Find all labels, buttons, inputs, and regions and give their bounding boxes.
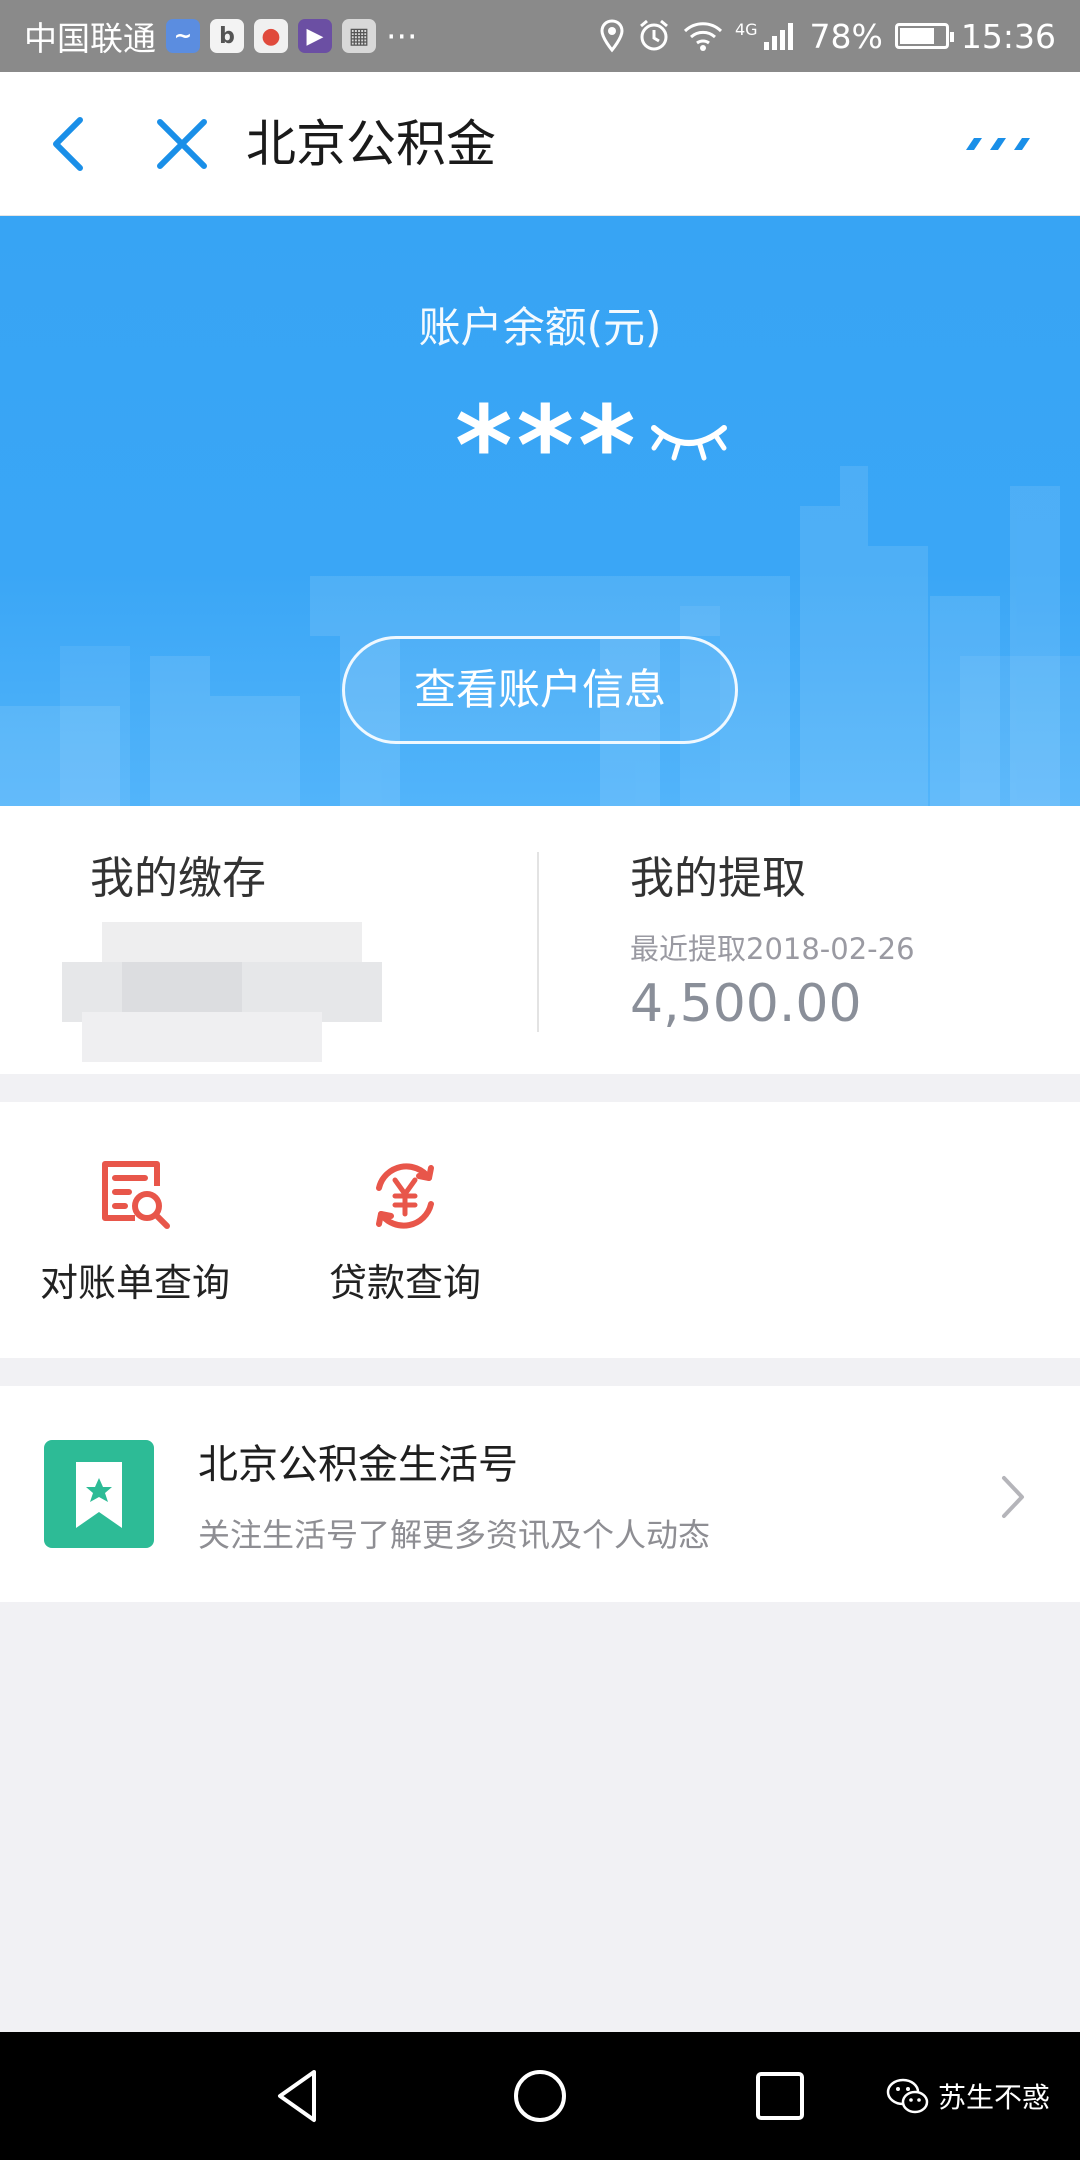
alipay-icon: ~ (166, 19, 200, 53)
balance-label: 账户余额(元) (418, 303, 662, 352)
nav-home-icon[interactable] (510, 2066, 570, 2126)
baidu-icon: b (210, 19, 244, 53)
map-icon: ● (254, 19, 288, 53)
bookmark-star-icon (76, 1462, 122, 1528)
back-arrow-icon[interactable] (40, 108, 100, 180)
withdraw-amount: 4,500.00 (630, 974, 862, 1034)
nav-back-icon[interactable] (270, 2066, 330, 2126)
life-account-subtitle: 关注生活号了解更多资讯及个人动态 (198, 1516, 711, 1554)
service-label: 对账单查询 (39, 1261, 230, 1305)
view-account-info-button[interactable]: 查看账户信息 (342, 636, 738, 744)
network-type: 4G (734, 19, 758, 39)
loan-yuan-icon (376, 1163, 434, 1229)
status-left: 中国联通 ~ b ● ▶ ▦ ··· (24, 12, 417, 60)
battery-level (899, 28, 935, 44)
deposit-heading: 我的缴存 (90, 853, 266, 904)
battery-icon (894, 23, 954, 49)
recent-withdraw-date: 最近提取2018-02-26 (630, 932, 915, 966)
service-statement-query[interactable]: 对账单查询 (30, 1102, 240, 1358)
balance-masked-value: *** (455, 382, 640, 510)
withdraw-heading: 我的提取 (630, 853, 806, 904)
chevron-right-icon (1002, 1476, 1024, 1518)
more-notifications: ··· (386, 16, 418, 56)
status-right: 4G 78% 15:36 (599, 17, 1056, 56)
title-bar: 北京公积金 (0, 72, 1080, 216)
video-icon: ▶ (298, 19, 332, 53)
clock: 15:36 (960, 16, 1056, 56)
signal-icon (763, 23, 793, 50)
service-loan-query[interactable]: 贷款查询 (310, 1102, 500, 1358)
carrier-name: 中国联通 (24, 19, 156, 58)
wifi-icon (683, 22, 722, 51)
quick-services: 对账单查询 贷款查询 (0, 1102, 1080, 1358)
balance-hero: 账户余额(元) *** 查看账户信息 (0, 216, 1080, 806)
blurred-deposit-amount (62, 922, 382, 1062)
alarm-icon (639, 19, 668, 51)
life-account-row[interactable]: 北京公积金生活号 关注生活号了解更多资讯及个人动态 (0, 1386, 1080, 1602)
statement-search-icon (102, 1161, 170, 1229)
page-title: 北京公积金 (246, 115, 496, 173)
wechat-icon (886, 2078, 929, 2114)
close-icon[interactable] (150, 112, 214, 176)
my-deposit-section[interactable]: 我的缴存 (62, 806, 490, 1074)
app-icon: ▦ (342, 19, 376, 53)
location-icon (600, 19, 624, 53)
watermark: 苏生不惑 (886, 2068, 1050, 2124)
stats-divider (537, 852, 539, 1032)
watermark-text: 苏生不惑 (938, 2081, 1051, 2114)
eye-closed-icon[interactable] (648, 414, 730, 464)
service-label: 贷款查询 (328, 1261, 481, 1305)
life-account-title: 北京公积金生活号 (198, 1442, 518, 1488)
system-nav-bar: 苏生不惑 (0, 2032, 1080, 2160)
stats-card: 我的缴存 我的提取 最近提取2018-02-26 4,500.00 (0, 806, 1080, 1074)
nav-recents-icon[interactable] (752, 2068, 808, 2124)
status-bar: 中国联通 ~ b ● ▶ ▦ ··· 4G 78% 15:36 (0, 0, 1080, 72)
more-options-icon[interactable] (962, 128, 1032, 160)
battery-percent: 78% (809, 16, 883, 56)
my-withdraw-section[interactable]: 我的提取 最近提取2018-02-26 4,500.00 (630, 806, 1050, 1074)
life-account-logo (44, 1440, 154, 1548)
